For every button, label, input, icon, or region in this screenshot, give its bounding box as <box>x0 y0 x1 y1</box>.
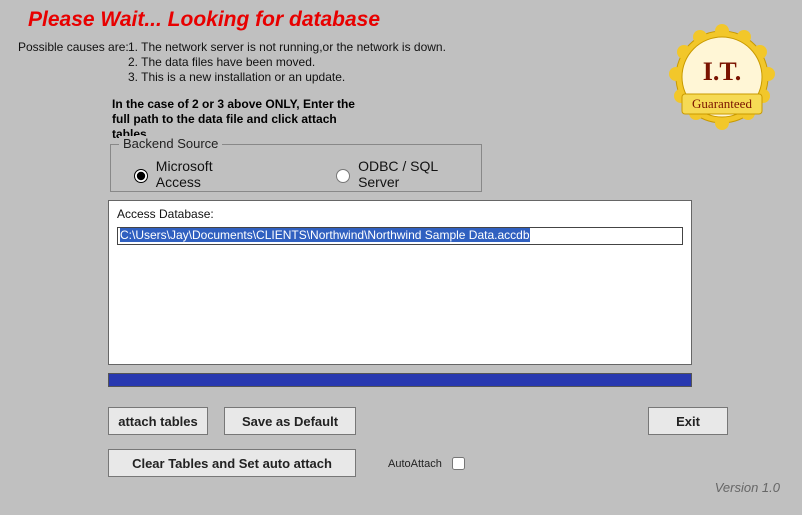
save-default-button[interactable]: Save as Default <box>224 407 356 435</box>
database-path-value: C:\Users\Jay\Documents\CLIENTS\Northwind… <box>120 228 530 242</box>
clear-tables-button[interactable]: Clear Tables and Set auto attach <box>108 449 356 477</box>
radio-access-label: Microsoft Access <box>156 158 259 190</box>
cause-item: 3. This is a new installation or an upda… <box>128 70 446 85</box>
autoattach-checkbox[interactable] <box>452 457 465 470</box>
seal-text-line1: I.T. <box>703 57 742 86</box>
seal-text-line2: Guaranteed <box>692 96 752 111</box>
causes-list: 1. The network server is not running,or … <box>128 40 446 85</box>
radio-odbc[interactable]: ODBC / SQL Server <box>331 158 481 190</box>
access-database-panel: Access Database: C:\Users\Jay\Documents\… <box>108 200 692 365</box>
backend-source-group: Backend Source Microsoft Access ODBC / S… <box>110 144 482 192</box>
autoattach-option[interactable]: AutoAttach <box>388 454 468 473</box>
progress-bar <box>108 373 692 387</box>
cause-item: 1. The network server is not running,or … <box>128 40 446 55</box>
cause-item: 2. The data files have been moved. <box>128 55 446 70</box>
attach-tables-button[interactable]: attach tables <box>108 407 208 435</box>
radio-access-input[interactable] <box>134 169 148 183</box>
autoattach-label: AutoAttach <box>388 458 442 470</box>
database-path-input[interactable]: C:\Users\Jay\Documents\CLIENTS\Northwind… <box>117 227 683 245</box>
radio-odbc-input[interactable] <box>336 169 350 183</box>
page-title: Please Wait... Looking for database <box>28 8 380 32</box>
exit-button[interactable]: Exit <box>648 407 728 435</box>
it-guaranteed-seal-icon: I.T. Guaranteed <box>662 22 782 142</box>
access-database-label: Access Database: <box>117 207 214 221</box>
radio-odbc-label: ODBC / SQL Server <box>358 158 481 190</box>
radio-access[interactable]: Microsoft Access <box>129 158 259 190</box>
version-label: Version 1.0 <box>715 480 780 495</box>
backend-legend: Backend Source <box>119 136 222 151</box>
causes-label: Possible causes are: <box>18 40 129 54</box>
